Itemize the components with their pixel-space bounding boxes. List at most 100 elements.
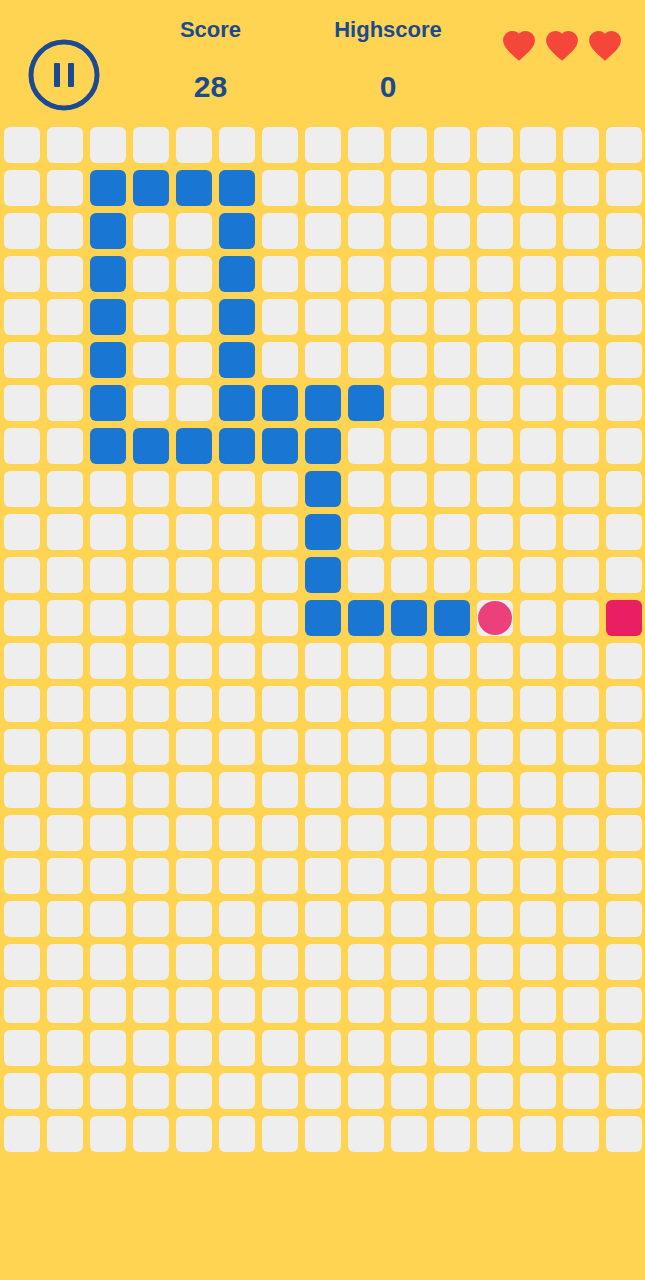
snake-segment xyxy=(133,428,169,464)
food-dot xyxy=(478,601,512,635)
board-cell xyxy=(606,299,642,335)
board-cell xyxy=(606,729,642,765)
snake-segment xyxy=(90,342,126,378)
board-cell xyxy=(434,213,470,249)
board-cell xyxy=(606,428,642,464)
snake-segment xyxy=(348,385,384,421)
board-cell xyxy=(305,643,341,679)
board-cell xyxy=(90,729,126,765)
board-cell xyxy=(176,987,212,1023)
board-cell xyxy=(606,342,642,378)
board-cell xyxy=(563,213,599,249)
board-cell xyxy=(4,428,40,464)
board-cell xyxy=(520,1073,556,1109)
board-cell xyxy=(563,127,599,163)
board-cell xyxy=(219,815,255,851)
board-cell xyxy=(391,944,427,980)
board-cell xyxy=(348,686,384,722)
board-cell xyxy=(176,686,212,722)
board-cell xyxy=(391,557,427,593)
snake-segment xyxy=(219,213,255,249)
board-cell xyxy=(348,858,384,894)
board-cell xyxy=(348,772,384,808)
board-cell xyxy=(90,557,126,593)
board-cell xyxy=(520,471,556,507)
board-cell xyxy=(133,772,169,808)
board-cell xyxy=(434,557,470,593)
board-cell xyxy=(606,772,642,808)
board-cell xyxy=(477,815,513,851)
board-cell xyxy=(219,514,255,550)
board-cell xyxy=(520,385,556,421)
board-cell xyxy=(477,514,513,550)
board-cell xyxy=(606,686,642,722)
board-cell xyxy=(477,1116,513,1152)
board-cell xyxy=(262,643,298,679)
board-cell xyxy=(434,299,470,335)
board-cell xyxy=(391,815,427,851)
board-cell xyxy=(520,127,556,163)
board-cell xyxy=(47,256,83,292)
board-cell xyxy=(262,514,298,550)
board-cell xyxy=(4,858,40,894)
board-cell xyxy=(133,256,169,292)
board-cell xyxy=(4,1030,40,1066)
board-cell xyxy=(520,987,556,1023)
board-cell xyxy=(47,944,83,980)
board-cell xyxy=(477,299,513,335)
board-cell xyxy=(305,729,341,765)
board-cell xyxy=(606,256,642,292)
board-cell xyxy=(606,514,642,550)
board-cell xyxy=(563,471,599,507)
board-cell xyxy=(4,557,40,593)
board-cell xyxy=(606,213,642,249)
board-cell xyxy=(47,557,83,593)
snake-segment xyxy=(348,600,384,636)
board-cell xyxy=(47,600,83,636)
board-cell xyxy=(563,514,599,550)
board-cell xyxy=(4,385,40,421)
snake-segment xyxy=(219,170,255,206)
board-cell xyxy=(563,729,599,765)
board-cell xyxy=(520,686,556,722)
board-cell xyxy=(262,815,298,851)
highscore-label: Highscore xyxy=(321,16,455,44)
board-cell xyxy=(219,901,255,937)
board-cell xyxy=(133,299,169,335)
board-cell xyxy=(219,471,255,507)
board-cell xyxy=(477,987,513,1023)
board-cell xyxy=(391,901,427,937)
board-cell xyxy=(90,901,126,937)
board-cell xyxy=(219,729,255,765)
board-cell xyxy=(176,471,212,507)
board-cell xyxy=(47,428,83,464)
board-cell xyxy=(133,901,169,937)
board-cell xyxy=(477,385,513,421)
snake-segment xyxy=(262,385,298,421)
board-cell xyxy=(434,514,470,550)
board-cell xyxy=(520,600,556,636)
board-cell xyxy=(262,729,298,765)
board-cell xyxy=(305,1030,341,1066)
board-cell xyxy=(348,256,384,292)
board-cell xyxy=(47,686,83,722)
board-cell xyxy=(520,299,556,335)
snake-segment xyxy=(305,514,341,550)
board-cell xyxy=(133,686,169,722)
board-cell xyxy=(219,1116,255,1152)
board-cell xyxy=(520,815,556,851)
board-cell xyxy=(477,428,513,464)
board-cell xyxy=(606,944,642,980)
board-cell xyxy=(47,170,83,206)
board-cell xyxy=(133,557,169,593)
pause-button[interactable] xyxy=(28,39,100,111)
board-cell xyxy=(606,1030,642,1066)
board-cell xyxy=(434,772,470,808)
board-cell xyxy=(477,471,513,507)
board-cell xyxy=(520,514,556,550)
board-cell xyxy=(262,256,298,292)
board-cell xyxy=(176,1116,212,1152)
board-cell xyxy=(563,772,599,808)
board-cell xyxy=(520,1116,556,1152)
board-cell xyxy=(563,643,599,679)
